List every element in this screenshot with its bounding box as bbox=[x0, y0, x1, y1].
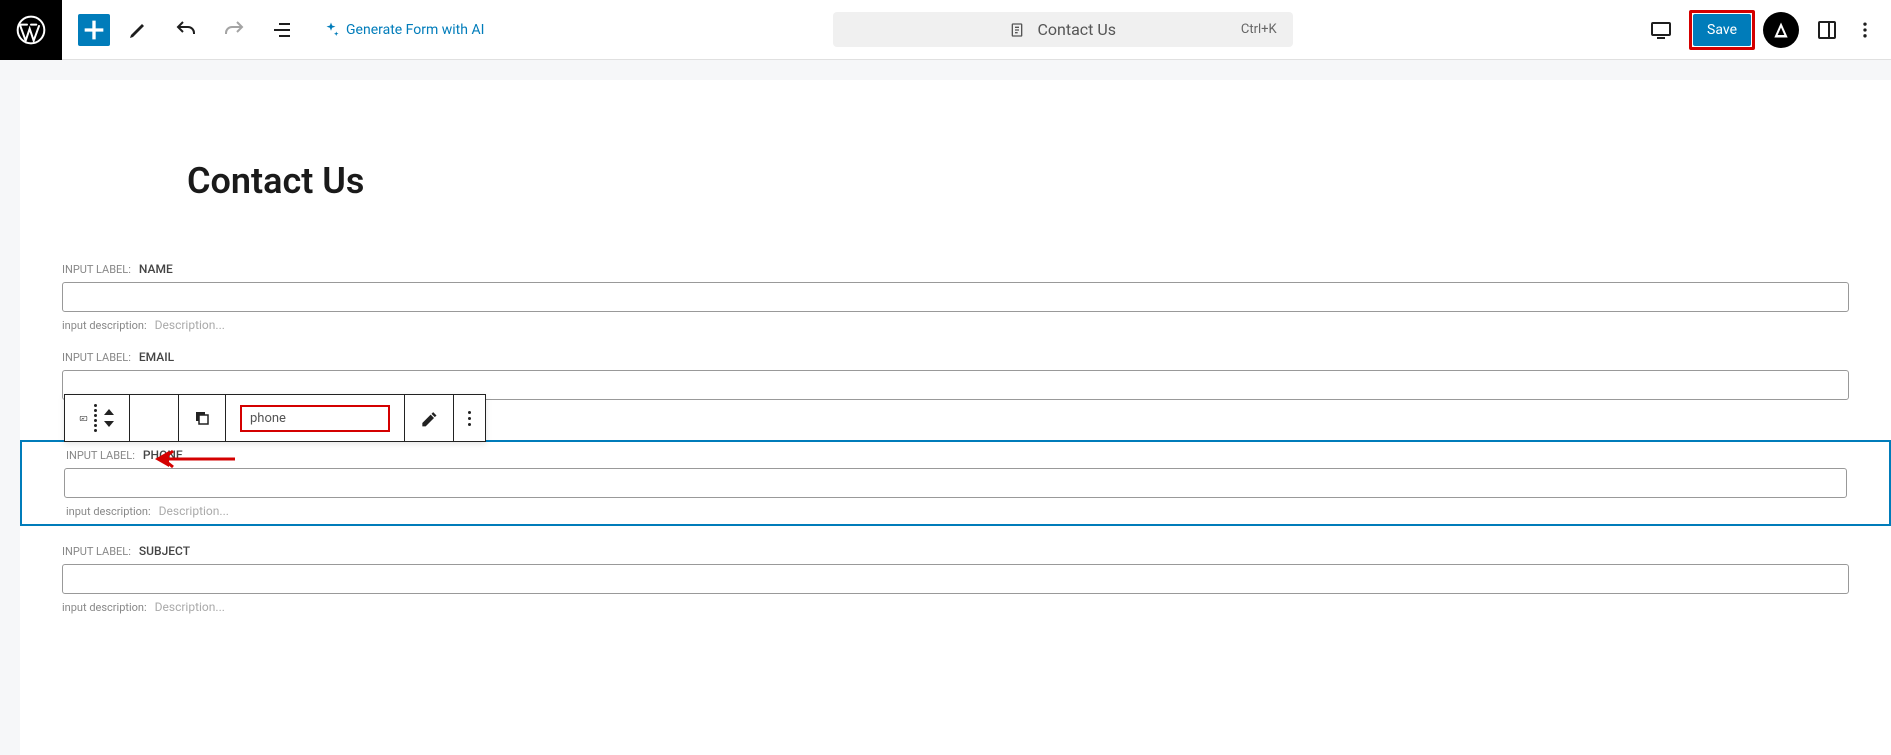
editor-canvas-wrap: Contact Us INPUT LABEL: NAME input descr… bbox=[0, 60, 1891, 755]
input-desc-placeholder[interactable]: Description... bbox=[155, 600, 225, 614]
input-desc-placeholder[interactable]: Description... bbox=[159, 504, 229, 518]
toolbar-center: Contact Us Ctrl+K bbox=[484, 12, 1641, 47]
toolbar-right: Save bbox=[1641, 10, 1891, 50]
input-desc-prefix: input description: bbox=[66, 505, 151, 518]
input-desc-prefix: input description: bbox=[62, 601, 147, 614]
annotation-arrow bbox=[155, 448, 235, 474]
undo-icon[interactable] bbox=[166, 10, 206, 50]
input-desc-prefix: input description: bbox=[62, 319, 147, 332]
form-field-subject[interactable]: INPUT LABEL: SUBJECT input description: … bbox=[20, 544, 1891, 614]
view-icon[interactable] bbox=[1641, 10, 1681, 50]
document-title: Contact Us bbox=[1037, 20, 1116, 39]
block-toolbar: phone bbox=[64, 394, 486, 442]
top-toolbar: Generate Form with AI Contact Us Ctrl+K … bbox=[0, 0, 1891, 60]
required-toggle[interactable] bbox=[130, 395, 179, 441]
generate-form-ai-label: Generate Form with AI bbox=[346, 22, 484, 38]
input-label-value[interactable]: EMAIL bbox=[139, 350, 174, 364]
input-label-value[interactable]: SUBJECT bbox=[139, 544, 190, 558]
phone-input[interactable] bbox=[64, 468, 1847, 498]
generate-form-ai-button[interactable]: Generate Form with AI bbox=[322, 21, 484, 39]
add-block-button[interactable] bbox=[78, 14, 110, 46]
input-label-value[interactable]: NAME bbox=[139, 262, 173, 276]
keyboard-shortcut: Ctrl+K bbox=[1241, 22, 1277, 37]
more-options-icon[interactable] bbox=[1855, 10, 1875, 50]
block-type-cell[interactable] bbox=[65, 395, 130, 441]
page-title[interactable]: Contact Us bbox=[187, 160, 1891, 202]
sidebar-toggle-icon[interactable] bbox=[1807, 10, 1847, 50]
block-name-cell: phone bbox=[226, 395, 405, 441]
block-name-input[interactable]: phone bbox=[240, 405, 390, 432]
subject-input[interactable] bbox=[62, 564, 1849, 594]
input-label-prefix: INPUT LABEL: bbox=[62, 351, 131, 364]
duplicate-button[interactable] bbox=[179, 395, 226, 441]
save-button[interactable]: Save bbox=[1693, 14, 1751, 46]
input-label-prefix: INPUT LABEL: bbox=[62, 263, 131, 276]
editor-canvas: Contact Us INPUT LABEL: NAME input descr… bbox=[20, 80, 1891, 755]
input-label-prefix: INPUT LABEL: bbox=[66, 449, 135, 462]
move-arrows[interactable] bbox=[103, 409, 115, 427]
input-label-prefix: INPUT LABEL: bbox=[62, 545, 131, 558]
astra-logo-icon[interactable] bbox=[1763, 12, 1799, 48]
toolbar-left: Generate Form with AI bbox=[62, 10, 484, 50]
input-desc-placeholder[interactable]: Description... bbox=[155, 318, 225, 332]
redo-icon[interactable] bbox=[214, 10, 254, 50]
wordpress-logo[interactable] bbox=[0, 0, 62, 60]
document-title-bar[interactable]: Contact Us Ctrl+K bbox=[833, 12, 1293, 47]
form-field-name[interactable]: INPUT LABEL: NAME input description: Des… bbox=[20, 262, 1891, 332]
form-field-phone[interactable]: phone INPUT LABEL: PHONE input descripti… bbox=[20, 440, 1891, 526]
styles-button[interactable] bbox=[405, 395, 454, 441]
drag-handle-icon[interactable] bbox=[94, 409, 97, 427]
name-input[interactable] bbox=[62, 282, 1849, 312]
edit-tool-icon[interactable] bbox=[118, 10, 158, 50]
document-overview-icon[interactable] bbox=[262, 10, 302, 50]
form-field-email[interactable]: INPUT LABEL: EMAIL bbox=[20, 350, 1891, 400]
save-button-highlight: Save bbox=[1689, 10, 1755, 50]
block-more-options[interactable] bbox=[454, 395, 485, 441]
